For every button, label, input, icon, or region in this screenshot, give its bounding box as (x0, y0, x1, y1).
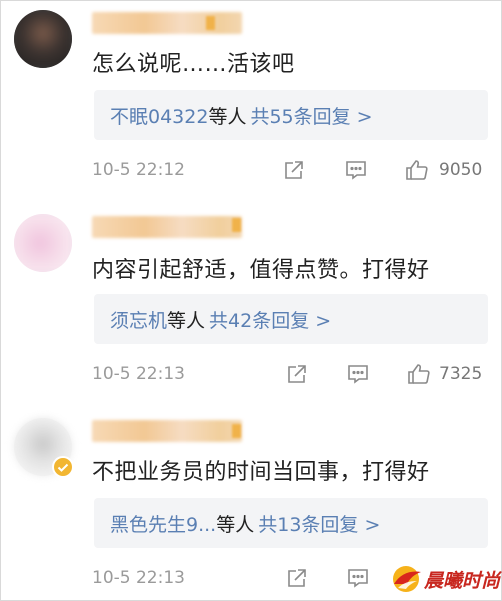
reply-users[interactable]: 黑色先生9... (110, 514, 216, 536)
timestamp: 10-5 22:13 (92, 364, 185, 384)
reply-users-suffix: 等人 (167, 310, 206, 332)
watermark: 晨曦时尚 (388, 560, 500, 598)
reply-summary[interactable]: 黑色先生9...等人 共13条回复 > (94, 498, 488, 548)
comment-footer: 10-5 22:13 7325 (92, 360, 492, 390)
reply-users[interactable]: 须忘机 (110, 310, 167, 332)
reply-count-link[interactable]: 共13条回复 > (258, 514, 380, 536)
reply-count-link[interactable]: 共55条回复 > (250, 106, 372, 128)
avatar[interactable] (14, 10, 72, 68)
thumbs-up-icon[interactable] (405, 158, 429, 182)
comment-icon[interactable] (346, 362, 370, 386)
thumbs-up-icon[interactable] (407, 362, 431, 386)
vip-badge-icon (232, 424, 241, 438)
watermark-logo-icon (393, 566, 421, 592)
avatar[interactable] (14, 418, 74, 478)
reply-summary[interactable]: 不眠04322等人 共55条回复 > (94, 90, 488, 140)
reply-users-suffix: 等人 (208, 106, 247, 128)
comment-footer: 10-5 22:12 9050 (92, 156, 492, 186)
comment-icon[interactable] (346, 566, 370, 590)
reply-users-suffix: 等人 (216, 514, 255, 536)
username-blurred[interactable] (92, 420, 242, 442)
like-count: 9050 (439, 160, 483, 180)
share-icon[interactable] (282, 158, 306, 182)
comment-text: 怎么说呢……活该吧 (92, 52, 295, 77)
watermark-text: 晨曦时尚 (424, 570, 501, 592)
vip-badge-icon (232, 218, 241, 232)
comment-text: 内容引起舒适，值得点赞。打得好 (92, 258, 430, 283)
comment-icon[interactable] (344, 158, 368, 182)
comment-text: 不把业务员的时间当回事，打得好 (92, 460, 430, 485)
reply-users[interactable]: 不眠04322 (110, 106, 208, 128)
avatar[interactable] (14, 214, 72, 272)
timestamp: 10-5 22:12 (92, 160, 185, 180)
vip-badge-icon (206, 16, 215, 30)
username-blurred[interactable] (92, 216, 242, 238)
like-count: 7325 (439, 364, 483, 384)
reply-count-link[interactable]: 共42条回复 > (209, 310, 331, 332)
verified-badge-icon (52, 456, 74, 478)
reply-summary[interactable]: 须忘机等人 共42条回复 > (94, 294, 488, 344)
share-icon[interactable] (285, 566, 309, 590)
timestamp: 10-5 22:13 (92, 568, 185, 588)
share-icon[interactable] (285, 362, 309, 386)
username-blurred[interactable] (92, 12, 242, 34)
